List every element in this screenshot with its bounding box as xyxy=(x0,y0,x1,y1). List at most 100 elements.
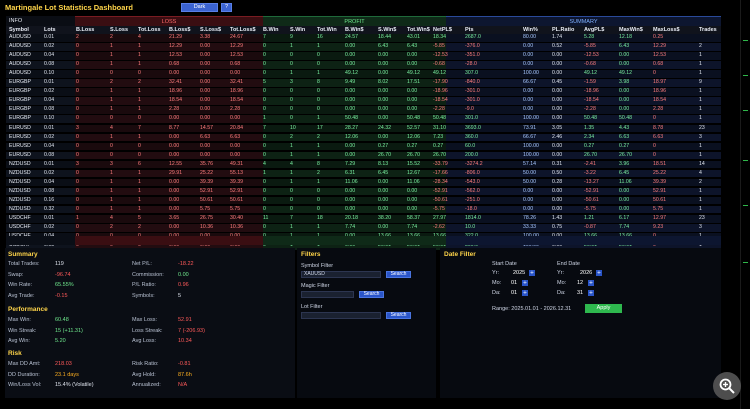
table-cell: 2 xyxy=(110,224,113,231)
lot-search-button[interactable]: Search xyxy=(386,312,411,319)
table-cell: 18.97 xyxy=(653,79,666,86)
table-row[interactable]: EURGBP 0.10 0 0 0 0.00 0.00 0.00 1 0 1 50.48 0.00 50.… xyxy=(6,115,721,123)
table-row[interactable]: EURGBP 0.01 0 2 2 32.41 0.00 32.41 5 3 8 9.49 8.02 17… xyxy=(6,79,721,87)
table-cell: 0.00 xyxy=(378,106,389,113)
symbol-search-button[interactable]: Search xyxy=(386,271,411,278)
start-mo-plus-button[interactable]: + xyxy=(522,280,528,286)
table-cell: 17.51 xyxy=(407,79,420,86)
column-header[interactable]: S.Win$ xyxy=(378,26,396,34)
table-row[interactable]: NZDUSD 0.04 0 1 1 0.00 39.39 39.39 0 1 1 11.06 0.00 1… xyxy=(6,178,721,187)
table-row[interactable]: AUDUSD 0.04 0 1 1 12.53 0.00 12.53 0 0 0 0.00 0.00 0.… xyxy=(6,52,721,60)
table-cell: 0.00 xyxy=(345,88,356,95)
table-row[interactable]: EURUSD 0.04 0 0 0 0.00 0.00 0.00 0 1 1 0.00 0.27 0.27… xyxy=(6,142,721,151)
zoom-button[interactable] xyxy=(713,372,741,400)
table-cell: 16 xyxy=(317,34,323,40)
table-cell: 33.33 xyxy=(523,224,536,231)
table-cell: NZDUSD xyxy=(9,169,31,176)
table-row[interactable]: EURUSD 0.08 0 0 0 0.00 0.00 0.00 0 1 1 0.00 26.70 26.… xyxy=(6,151,721,160)
column-header[interactable]: S.Loss xyxy=(110,26,128,34)
table-cell: 0.00 xyxy=(200,106,211,113)
table-cell: 1 xyxy=(138,52,141,59)
table-cell: -3274.2 xyxy=(465,160,483,167)
table-row[interactable]: NZDUSD 0.01 3 3 6 12.55 35.76 49.31 4 4 8 7.29 8.13 1… xyxy=(6,160,721,169)
column-header[interactable]: Pts xyxy=(465,26,474,34)
end-mo-plus-button[interactable]: + xyxy=(588,280,594,286)
start-da-plus-button[interactable]: + xyxy=(522,290,528,296)
price-tick xyxy=(743,262,748,263)
table-row[interactable]: NZDUSD 0.32 0 1 1 0.00 5.75 5.75 0 0 0 0.00 0.00 0.00… xyxy=(6,205,721,214)
column-header[interactable]: B.Loss$ xyxy=(169,26,190,34)
column-header[interactable]: Tot.Loss xyxy=(138,26,161,34)
lot-filter-input[interactable] xyxy=(301,312,381,319)
table-row[interactable]: AUDUSD 0.02 0 1 1 12.29 0.00 12.29 0 1 1 0.00 6.43 6.… xyxy=(6,43,721,51)
symbol-filter-input[interactable]: XAUUSD xyxy=(301,271,381,278)
table-row[interactable]: USDCHF 0.01 1 4 5 3.65 26.75 30.40 11 7 18 20.18 38.… xyxy=(6,215,721,223)
table-cell: 0.01 xyxy=(44,215,55,221)
table-cell: 10 xyxy=(290,124,296,131)
table-cell: 52.91 xyxy=(200,187,213,194)
table-row[interactable]: NZDUSD 0.08 0 1 1 0.00 52.91 52.91 0 0 0 0.00 0.00 0.… xyxy=(6,187,721,196)
table-cell: 20.18 xyxy=(345,215,358,221)
column-header[interactable]: Win% xyxy=(523,26,538,34)
magic-filter-input[interactable] xyxy=(301,291,354,298)
table-cell: 0 xyxy=(317,88,320,95)
column-header[interactable]: NetPL$ xyxy=(433,26,452,34)
stat-label: Win Rate: xyxy=(8,282,33,288)
end-yr-plus-button[interactable]: + xyxy=(596,270,602,276)
table-row[interactable]: AUDUSD 0.10 0 0 0 0.00 0.00 0.00 0 1 1 49.12 0.00 49.… xyxy=(6,70,721,78)
table-row[interactable]: NZDUSD 0.16 0 1 1 0.00 50.61 50.61 0 0 0 0.00 0.00 0.… xyxy=(6,196,721,205)
table-cell: 0.01 xyxy=(44,160,55,167)
column-header[interactable]: B.Win$ xyxy=(345,26,364,34)
table-row[interactable]: NZDUSD 0.02 0 1 1 29.91 25.22 55.13 1 1 2 6.31 6.45 1… xyxy=(6,169,721,178)
column-header[interactable]: MaxWin$ xyxy=(619,26,643,34)
table-row[interactable]: USDCHF 0.02 0 2 2 0.00 10.36 10.36 0 1 1 7.74 0.00 7.… xyxy=(6,224,721,232)
theme-toggle-button[interactable]: Dark xyxy=(181,3,218,12)
table-row[interactable]: EURGBP 0.04 0 1 1 18.54 0.00 18.54 0 0 0 0.00 0.00 0.… xyxy=(6,97,721,105)
table-cell: 0 xyxy=(653,142,656,149)
stat-label: Symbols: xyxy=(132,292,155,299)
table-row[interactable]: EURGBP 0.02 0 1 1 18.96 0.00 18.96 0 0 0 0.00 0.00 0.… xyxy=(6,88,721,96)
table-cell: 39.39 xyxy=(230,178,243,185)
column-header[interactable]: S.Loss$ xyxy=(200,26,221,34)
table-cell: 11.06 xyxy=(345,178,358,185)
end-da-plus-button[interactable]: + xyxy=(588,290,594,296)
table-cell: USDCHF xyxy=(9,215,31,221)
performance-title: Performance xyxy=(8,306,48,313)
column-header[interactable]: Tot.Loss$ xyxy=(230,26,256,34)
table-cell: 3.98 xyxy=(619,79,630,86)
table-row[interactable]: AUDUSD 0.08 0 1 1 0.68 0.00 0.68 0 0 0 0.00 0.00 0.00… xyxy=(6,61,721,69)
table-cell: 0.00 xyxy=(552,196,563,203)
table-cell: 1 xyxy=(317,115,320,122)
apply-date-button[interactable]: Apply xyxy=(585,304,622,313)
column-header[interactable]: AvgPL$ xyxy=(584,26,604,34)
table-cell: -50.61 xyxy=(433,196,448,203)
risk-title: Risk xyxy=(8,350,22,357)
table-cell: AUDUSD xyxy=(9,43,31,50)
table-cell: 0.27 xyxy=(407,142,418,149)
magic-search-button[interactable]: Search xyxy=(359,291,384,298)
column-header[interactable]: PL.Ratio xyxy=(552,26,574,34)
stat-label: Max Loss: xyxy=(132,317,158,323)
table-cell: 3 xyxy=(699,133,702,140)
column-header[interactable]: Tot.Win$ xyxy=(407,26,430,34)
start-yr-plus-button[interactable]: + xyxy=(529,270,535,276)
table-row[interactable]: EURUSD 0.02 0 1 1 0.00 6.63 6.63 0 2 2 12.06 0.00 12.… xyxy=(6,133,721,142)
table-row[interactable]: AUDUSD 0.01 2 2 4 21.29 3.38 24.67 7 9 16 24.57 18.4… xyxy=(6,34,721,42)
column-header[interactable]: B.Win xyxy=(263,26,279,34)
table-cell: 0.00 xyxy=(200,43,211,50)
column-header[interactable]: Trades xyxy=(699,26,717,34)
column-header[interactable]: Lots xyxy=(44,26,56,34)
table-cell: 0 xyxy=(110,142,113,149)
help-button[interactable]: ? xyxy=(221,3,232,12)
table-row[interactable]: EURGBP 0.08 0 1 1 2.28 0.00 2.28 0 0 0 0.00 0.00 0.00… xyxy=(6,106,721,114)
table-row[interactable]: EURUSD 0.01 3 4 7 8.77 14.57 20.84 7 10 17 28.27 24.… xyxy=(6,124,721,133)
column-header[interactable]: MaxLoss$ xyxy=(653,26,680,34)
table-cell: 0.00 xyxy=(552,205,563,212)
stat-label: Max Win: xyxy=(8,317,31,323)
table-cell: 0.00 xyxy=(169,224,180,231)
column-header[interactable]: S.Win xyxy=(290,26,305,34)
table-cell: 0.27 xyxy=(619,142,630,149)
column-header[interactable]: B.Loss xyxy=(76,26,94,34)
column-header[interactable]: Symbol xyxy=(9,26,29,34)
column-header[interactable]: Tot.Win xyxy=(317,26,337,34)
